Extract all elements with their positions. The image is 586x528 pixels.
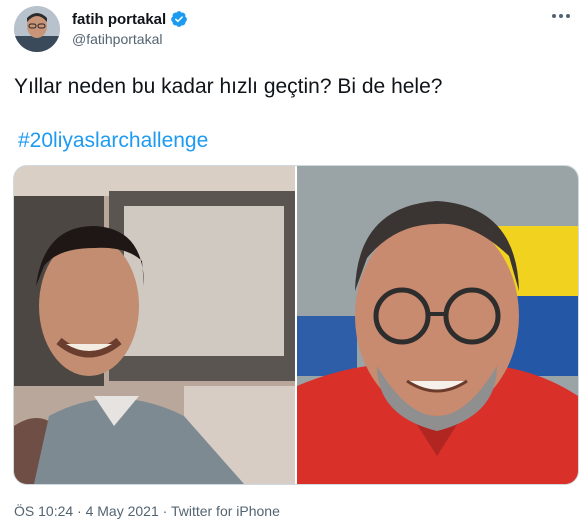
- verified-badge-icon: [171, 11, 188, 27]
- more-options-icon[interactable]: [550, 8, 572, 24]
- avatar[interactable]: [14, 6, 60, 52]
- tweet-media[interactable]: [13, 165, 579, 485]
- author-display-name[interactable]: fatih portakal: [72, 11, 166, 28]
- tweet-text: Yıllar neden bu kadar hızlı geçtin? Bi d…: [14, 75, 443, 98]
- author-handle[interactable]: @fatihportakal: [72, 31, 162, 47]
- tweet-timestamp[interactable]: ÖS 10:24 · 4 May 2021 · Twitter for iPho…: [14, 503, 280, 519]
- photo-young[interactable]: [14, 166, 295, 484]
- hashtag-link[interactable]: #20liyaslarchallenge: [18, 128, 208, 154]
- author-name-row[interactable]: fatih portakal: [72, 10, 188, 28]
- photo-present[interactable]: [297, 166, 578, 484]
